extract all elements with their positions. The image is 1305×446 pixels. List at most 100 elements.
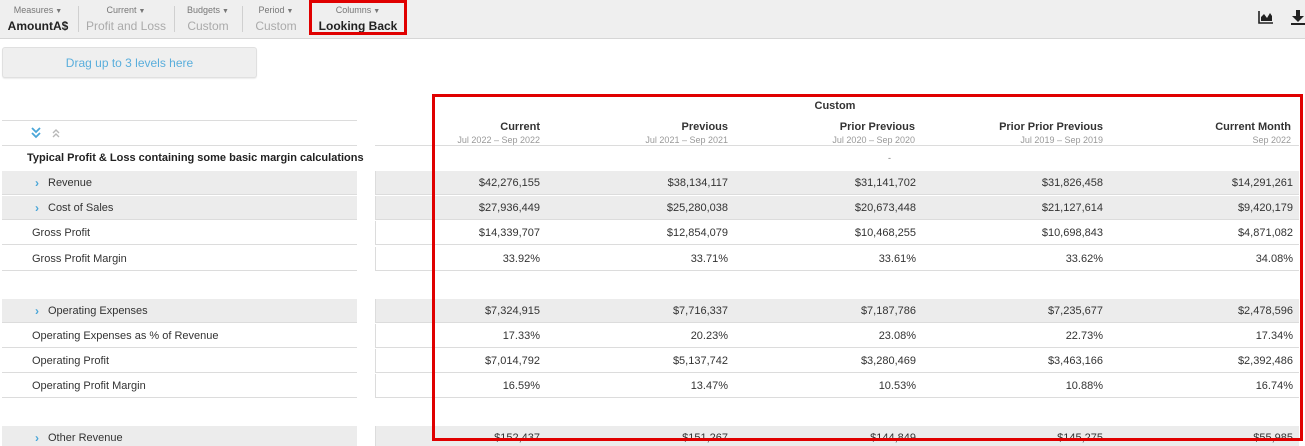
cell-value: 10.88%: [1065, 380, 1103, 392]
cell-value: $2,478,596: [1237, 305, 1293, 317]
table-row: $42,276,155 $38,134,117 $31,141,702 $31,…: [375, 171, 1299, 195]
cell-value: $55,985: [1253, 432, 1293, 444]
cell-value: $14,339,707: [478, 227, 540, 239]
row-label-text: Operating Profit: [32, 355, 110, 367]
cell-value: $27,936,449: [478, 202, 540, 214]
row-label-text: Revenue: [48, 177, 93, 189]
report-title: Typical Profit & Loss containing some ba…: [27, 152, 364, 164]
current-label: Current: [106, 5, 137, 15]
column-header-previous[interactable]: Previous Jul 2021 – Sep 2021: [588, 121, 728, 146]
row-label-text: Gross Profit Margin: [32, 253, 127, 265]
table-row: $27,936,449 $25,280,038 $20,673,448 $21,…: [375, 196, 1299, 220]
cell-value: 23.08%: [878, 330, 916, 342]
row-label-operating-profit: Operating Profit: [2, 349, 357, 373]
cell-value: 33.61%: [878, 253, 916, 265]
cell-value: $7,324,915: [484, 305, 540, 317]
column-title: Prior Previous: [839, 121, 915, 133]
row-label-gross-profit-margin: Gross Profit Margin: [2, 247, 357, 271]
table-row: 17.33% 20.23% 23.08% 22.73% 17.34%: [375, 324, 1299, 348]
cell-value: $7,716,337: [672, 305, 728, 317]
chevron-right-icon[interactable]: ›: [35, 299, 39, 323]
cell-value: $3,280,469: [860, 355, 916, 367]
cell-value: 17.34%: [1255, 330, 1293, 342]
row-label-opex-pct-revenue: Operating Expenses as % of Revenue: [2, 324, 357, 348]
column-header-current[interactable]: Current Jul 2022 – Sep 2022: [400, 121, 540, 146]
cell-value: 22.73%: [1065, 330, 1103, 342]
toolbar-divider: [242, 6, 243, 32]
column-header-current-month[interactable]: Current Month Sep 2022: [1150, 121, 1291, 146]
chart-icon[interactable]: [1258, 10, 1274, 29]
column-title: Previous: [681, 121, 728, 133]
cell-value: 17.33%: [502, 330, 540, 342]
table-row: $152,437 $151,267 $144,849 $145,275 $55,…: [375, 426, 1299, 446]
column-header-prior-previous[interactable]: Prior Previous Jul 2020 – Sep 2020: [775, 121, 915, 146]
cell-value: $31,826,458: [1041, 177, 1103, 189]
row-label-cost-of-sales[interactable]: › Cost of Sales: [2, 196, 357, 220]
cell-value: $42,276,155: [478, 177, 540, 189]
expand-collapse-controls: [30, 126, 70, 140]
cell-value: $20,673,448: [854, 202, 916, 214]
measures-value: AmountA$: [7, 19, 69, 33]
row-label-gross-profit: Gross Profit: [2, 221, 357, 245]
cell-value: $14,291,261: [1231, 177, 1293, 189]
column-title: Current: [500, 121, 540, 133]
budgets-dropdown[interactable]: Budgets ▼ Custom: [178, 0, 238, 38]
period-value: Custom: [255, 19, 297, 33]
cell-value: 16.59%: [502, 380, 540, 392]
cell-value: 13.47%: [690, 380, 728, 392]
caret-down-icon: ▼: [138, 8, 146, 15]
caret-down-icon: ▼: [222, 8, 229, 15]
divider: [375, 145, 1299, 146]
row-label-revenue[interactable]: › Revenue: [2, 171, 357, 195]
row-label-text: Operating Profit Margin: [32, 380, 146, 392]
cell-value: $144,849: [870, 432, 916, 444]
divider: [2, 120, 357, 121]
cell-value: $4,871,082: [1237, 227, 1293, 239]
current-dropdown[interactable]: Current ▼ Profit and Loss: [80, 0, 172, 38]
measures-dropdown[interactable]: Measures ▼ AmountA$: [4, 0, 72, 38]
measures-label: Measures: [13, 5, 54, 15]
caret-down-icon: ▼: [286, 8, 294, 15]
period-dropdown[interactable]: Period ▼ Custom: [246, 0, 306, 38]
cell-value: $7,014,792: [484, 355, 540, 367]
row-label-text: Other Revenue: [48, 432, 123, 444]
row-label-other-revenue[interactable]: › Other Revenue: [2, 426, 357, 446]
column-group-header: Custom: [814, 100, 856, 112]
chevron-right-icon[interactable]: ›: [35, 171, 39, 195]
divider: [2, 145, 357, 146]
table-row: $14,339,707 $12,854,079 $10,468,255 $10,…: [375, 221, 1299, 245]
placeholder-dash: -: [888, 153, 891, 163]
cell-value: $151,267: [682, 432, 728, 444]
collapse-all-icon[interactable]: [50, 126, 62, 144]
table-row: $7,014,792 $5,137,742 $3,280,469 $3,463,…: [375, 349, 1299, 373]
chevron-right-icon[interactable]: ›: [35, 426, 39, 446]
cell-value: 34.08%: [1255, 253, 1293, 265]
download-icon[interactable]: [1291, 10, 1305, 31]
cell-value: $38,134,117: [667, 177, 728, 189]
cell-value: 33.62%: [1065, 253, 1103, 265]
cell-value: 10.53%: [878, 380, 916, 392]
expand-all-icon[interactable]: [30, 126, 42, 144]
drag-levels-dropzone[interactable]: Drag up to 3 levels here: [2, 47, 257, 78]
row-label-operating-profit-margin: Operating Profit Margin: [2, 374, 357, 398]
cell-value: 16.74%: [1255, 380, 1293, 392]
table-row: 33.92% 33.71% 33.61% 33.62% 34.08%: [375, 247, 1299, 271]
cell-value: $9,420,179: [1237, 202, 1293, 214]
cell-value: 20.23%: [690, 330, 728, 342]
toolbar: Measures ▼ AmountA$ Current ▼ Profit and L…: [0, 0, 1305, 39]
budgets-label: Budgets: [187, 5, 221, 15]
cell-value: $7,235,677: [1047, 305, 1103, 317]
cell-value: $25,280,038: [666, 202, 728, 214]
column-header-prior-prior-previous[interactable]: Prior Prior Previous Jul 2019 – Sep 2019: [943, 121, 1103, 146]
budgets-value: Custom: [187, 19, 229, 33]
chevron-right-icon[interactable]: ›: [35, 196, 39, 220]
cell-value: 33.92%: [502, 253, 540, 265]
toolbar-divider: [174, 6, 175, 32]
cell-value: $31,141,702: [854, 177, 916, 189]
toolbar-divider: [78, 6, 79, 32]
row-label-text: Cost of Sales: [48, 202, 114, 214]
cell-value: $21,127,614: [1041, 202, 1103, 214]
cell-value: $152,437: [494, 432, 540, 444]
table-row: $7,324,915 $7,716,337 $7,187,786 $7,235,…: [375, 299, 1299, 323]
row-label-operating-expenses[interactable]: › Operating Expenses: [2, 299, 357, 323]
